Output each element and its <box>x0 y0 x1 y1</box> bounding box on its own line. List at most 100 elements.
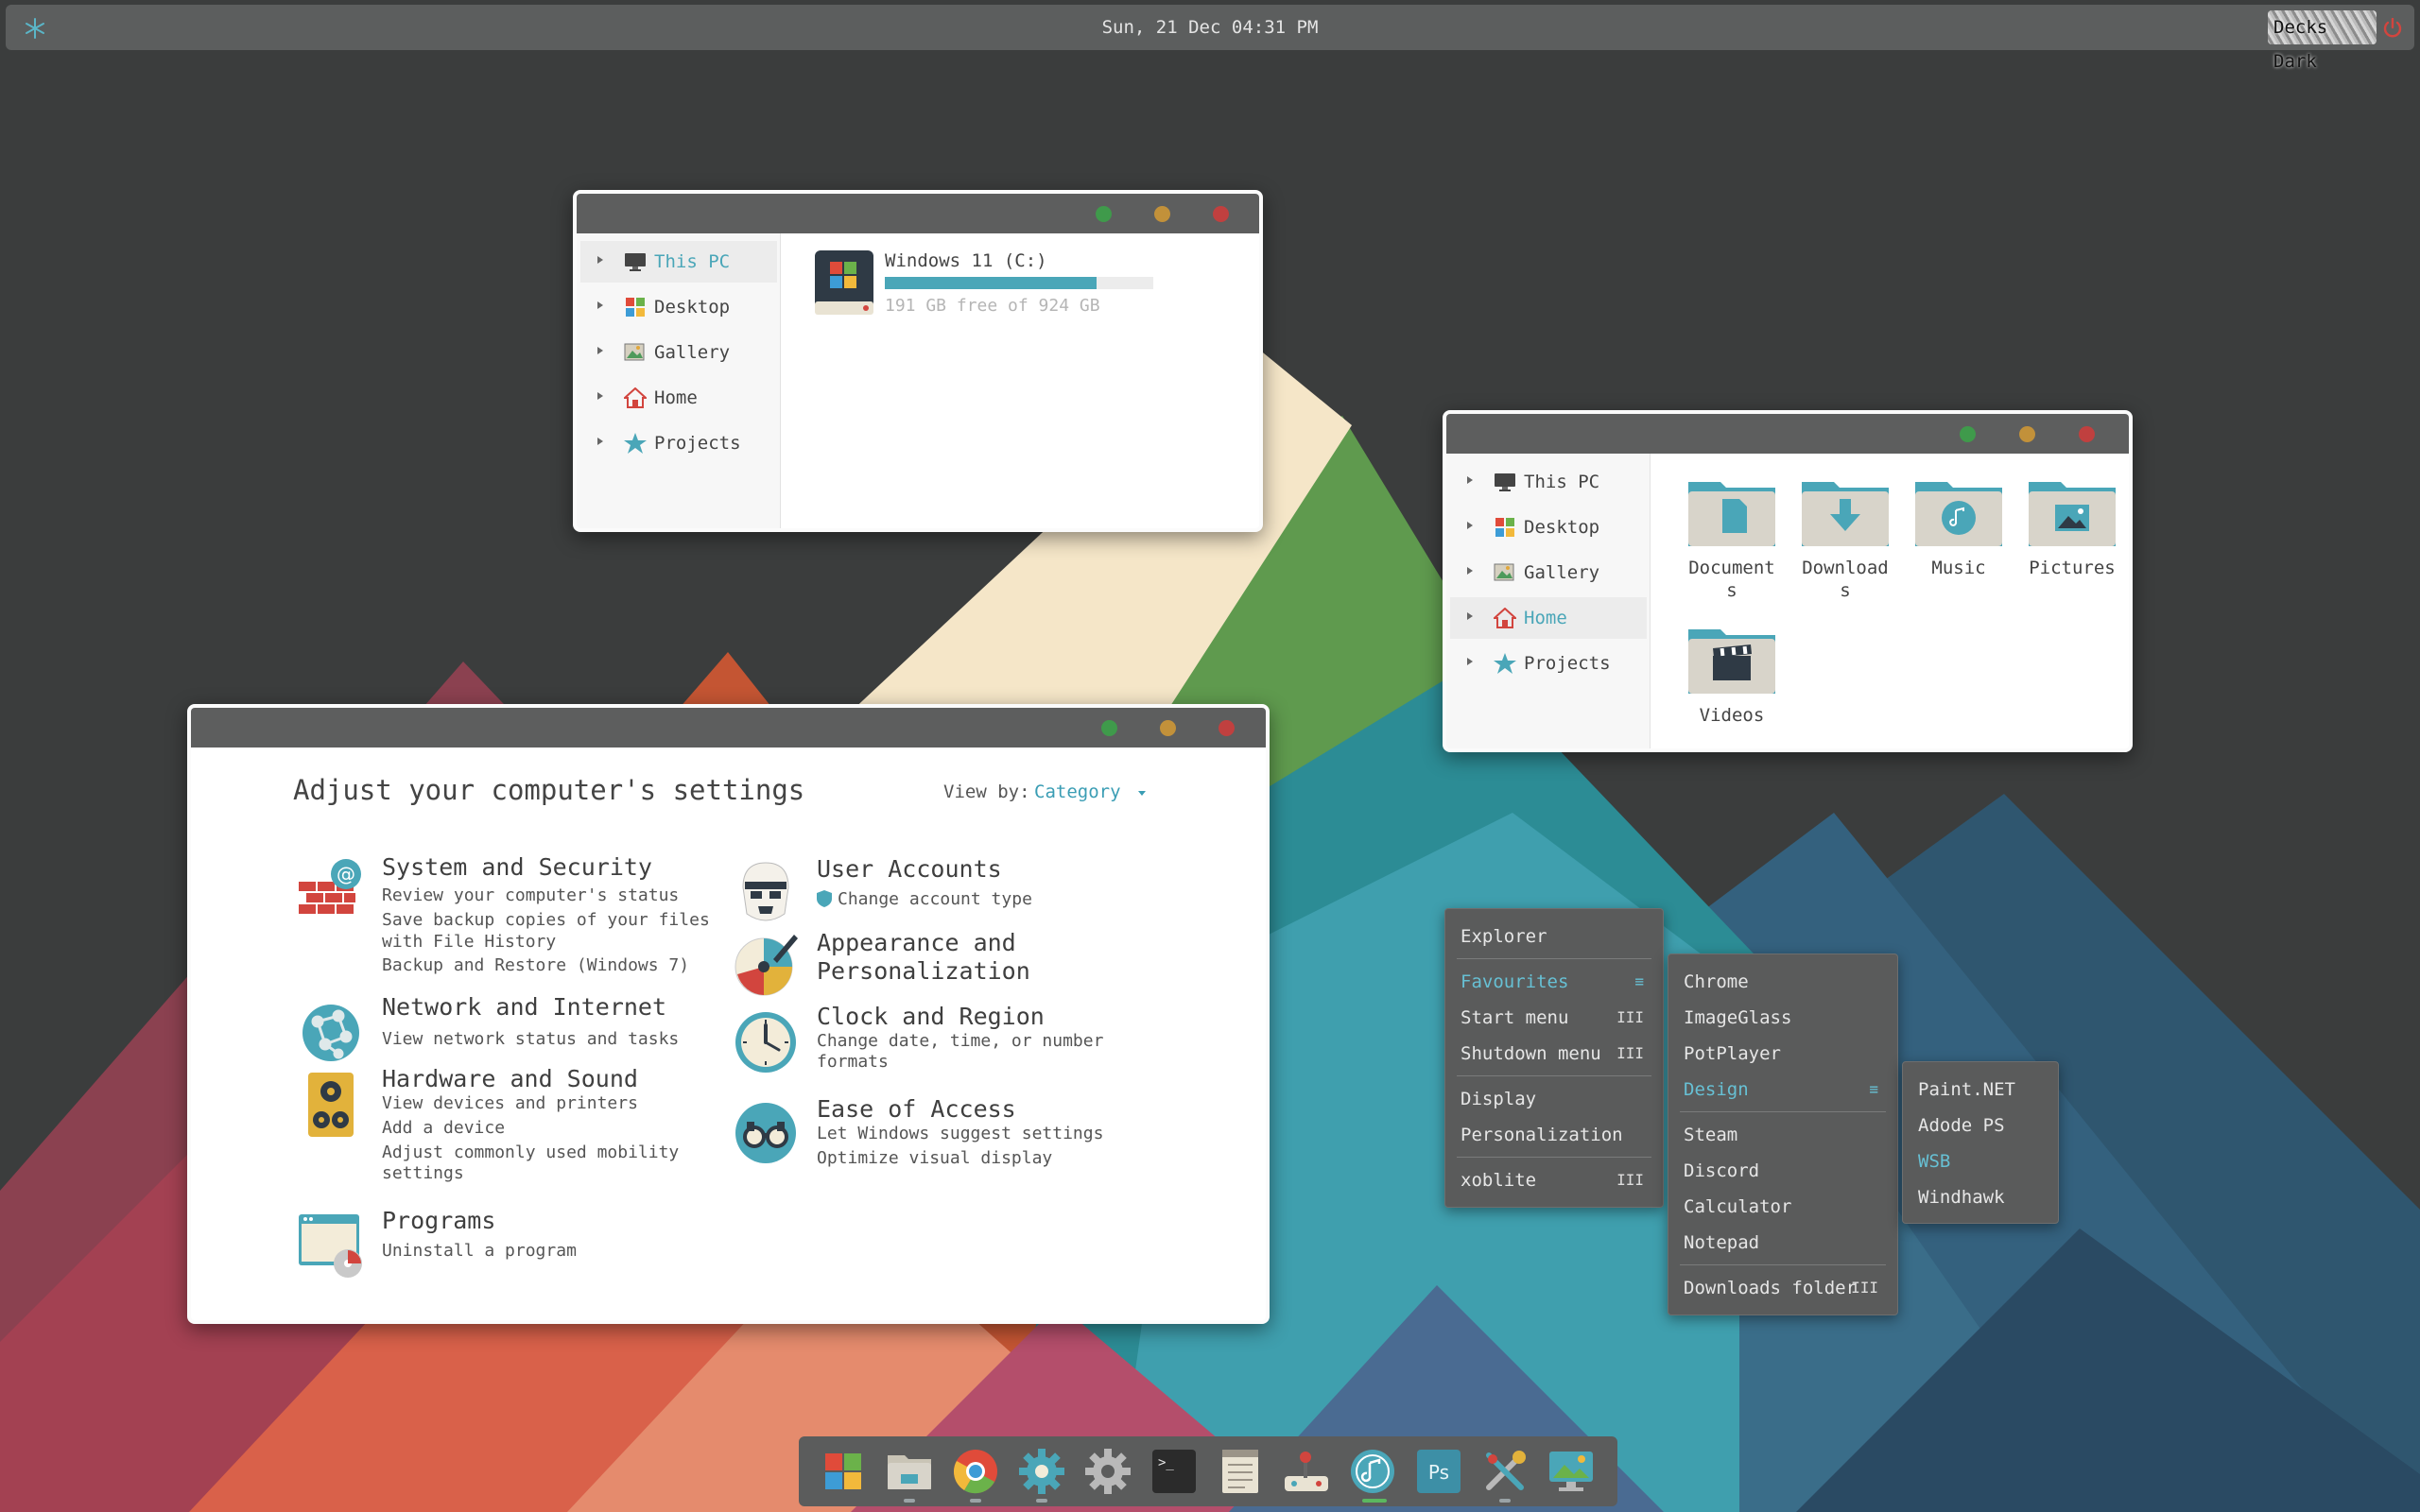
close-button[interactable] <box>2079 426 2095 442</box>
clock[interactable]: Sun, 21 Dec 04:31 PM <box>6 5 2414 50</box>
sidebar-item-projects[interactable]: Projects <box>1450 643 1647 684</box>
minimize-button[interactable] <box>2019 426 2035 442</box>
control-panel-gear-icon[interactable] <box>1082 1446 1133 1497</box>
image-viewer-icon[interactable] <box>1546 1446 1597 1497</box>
category-link[interactable]: Save backup copies of your files <box>382 910 710 931</box>
file-manager-icon[interactable] <box>884 1446 935 1497</box>
chrome-icon[interactable] <box>950 1446 1001 1497</box>
category-link[interactable]: Backup and Restore (Windows 7) <box>382 955 689 976</box>
sidebar-item-projects[interactable]: Projects <box>580 422 777 464</box>
folder-music[interactable]: Music <box>1902 476 2015 609</box>
menu-item-discord[interactable]: Discord <box>1684 1155 1886 1187</box>
view-by-dropdown[interactable]: Category <box>1034 782 1121 802</box>
category-title[interactable]: Appearance and <box>817 929 1016 957</box>
sidebar-item-this-pc[interactable]: This PC <box>1450 461 1647 503</box>
folder-videos[interactable]: Videos <box>1675 624 1789 737</box>
sidebar-item-desktop[interactable]: Desktop <box>1450 507 1647 548</box>
menu-item-favourites[interactable]: Favourites ≡ <box>1461 966 1651 998</box>
category-title[interactable]: Hardware and Sound <box>382 1065 638 1093</box>
start-icon[interactable] <box>818 1446 869 1497</box>
menu-item-potplayer[interactable]: PotPlayer <box>1684 1038 1886 1070</box>
settings-icon[interactable] <box>1016 1446 1067 1497</box>
menu-item-personalization[interactable]: Personalization <box>1461 1119 1651 1151</box>
menu-item-start-menu[interactable]: Start menu III <box>1461 1002 1651 1034</box>
expand-arrow-icon[interactable] <box>597 438 603 445</box>
folder-documents[interactable]: Document s <box>1675 476 1789 609</box>
menu-item-shutdown-menu[interactable]: Shutdown menu III <box>1461 1038 1651 1070</box>
expand-arrow-icon[interactable] <box>1467 522 1473 529</box>
category-title[interactable]: System and Security <box>382 853 652 882</box>
category-link[interactable]: Add a device <box>382 1118 505 1139</box>
drive-item-c[interactable]: Windows 11 (C:) 191 GB free of 924 GB <box>813 249 1172 318</box>
sidebar-item-home[interactable]: Home <box>1450 597 1647 639</box>
category-link[interactable]: Adjust commonly used mobility <box>382 1143 679 1163</box>
sidebar-item-gallery[interactable]: Gallery <box>580 332 777 373</box>
expand-arrow-icon[interactable] <box>1467 612 1473 620</box>
category-link[interactable]: Change account type <box>838 889 1032 910</box>
menu-item-design[interactable]: Design ≡ <box>1684 1074 1886 1106</box>
category-title[interactable]: Clock and Region <box>817 1003 1045 1031</box>
terminal-icon[interactable]: >_ <box>1149 1446 1200 1497</box>
expand-arrow-icon[interactable] <box>1467 658 1473 665</box>
notepad-icon[interactable] <box>1215 1446 1266 1497</box>
category-link[interactable]: Review your computer's status <box>382 885 679 906</box>
power-icon[interactable] <box>2382 18 2403 39</box>
menu-item-wsb[interactable]: WSB <box>1918 1145 2047 1177</box>
expand-arrow-icon[interactable] <box>597 392 603 400</box>
category-link[interactable]: Let Windows suggest settings <box>817 1124 1103 1144</box>
expand-arrow-icon[interactable] <box>597 256 603 264</box>
sidebar-item-desktop[interactable]: Desktop <box>580 286 777 328</box>
photoshop-icon[interactable]: Ps <box>1413 1446 1464 1497</box>
title-bar[interactable] <box>1446 414 2129 454</box>
minimize-button[interactable] <box>1160 720 1176 736</box>
category-title-line2[interactable]: Personalization <box>817 957 1030 986</box>
category-link[interactable]: settings <box>382 1163 464 1184</box>
category-link[interactable]: Optimize visual display <box>817 1148 1052 1169</box>
category-title[interactable]: Network and Internet <box>382 993 666 1022</box>
menu-item-paint-net[interactable]: Paint.NET <box>1918 1074 2047 1106</box>
maximize-button[interactable] <box>1960 426 1976 442</box>
category-link[interactable]: Change date, time, or number <box>817 1031 1103 1052</box>
expand-arrow-icon[interactable] <box>597 347 603 354</box>
title-bar[interactable] <box>191 708 1266 747</box>
maximize-button[interactable] <box>1101 720 1117 736</box>
category-title[interactable]: Ease of Access <box>817 1095 1016 1124</box>
menu-item-steam[interactable]: Steam <box>1684 1119 1886 1151</box>
title-bar[interactable] <box>577 194 1259 233</box>
folder-downloads[interactable]: Download s <box>1789 476 1902 609</box>
tools-icon[interactable] <box>1479 1446 1530 1497</box>
expand-arrow-icon[interactable] <box>1467 476 1473 484</box>
chevron-down-icon[interactable] <box>1138 791 1146 796</box>
sidebar-item-gallery[interactable]: Gallery <box>1450 552 1647 593</box>
minimize-button[interactable] <box>1154 206 1170 222</box>
music-player-icon[interactable] <box>1347 1446 1398 1497</box>
close-button[interactable] <box>1213 206 1229 222</box>
category-title[interactable]: Programs <box>382 1207 495 1235</box>
sidebar-item-home[interactable]: Home <box>580 377 777 419</box>
menu-item-notepad[interactable]: Notepad <box>1684 1227 1886 1259</box>
menu-item-adobe-ps[interactable]: Adode PS <box>1918 1109 2047 1142</box>
category-link[interactable]: formats <box>817 1052 889 1073</box>
category-link[interactable]: View devices and printers <box>382 1093 638 1114</box>
category-link[interactable]: Uninstall a program <box>382 1241 577 1262</box>
expand-arrow-icon[interactable] <box>1467 567 1473 575</box>
maximize-button[interactable] <box>1096 206 1112 222</box>
theme-label[interactable]: Decks Dark <box>2268 10 2377 72</box>
category-title[interactable]: User Accounts <box>817 855 1002 884</box>
category-link[interactable]: View network status and tasks <box>382 1029 679 1050</box>
menu-item-display[interactable]: Display <box>1461 1083 1651 1115</box>
sidebar-item-this-pc[interactable]: This PC <box>580 241 777 283</box>
menu-item-windhawk[interactable]: Windhawk <box>1918 1181 2047 1213</box>
game-controller-icon[interactable] <box>1281 1446 1332 1497</box>
menu-item-downloads-folder[interactable]: Downloads folder III <box>1684 1272 1886 1304</box>
close-button[interactable] <box>1219 720 1235 736</box>
menu-item-xoblite[interactable]: xoblite III <box>1461 1164 1651 1196</box>
expand-arrow-icon[interactable] <box>597 301 603 309</box>
folder-pictures[interactable]: Pictures <box>2015 476 2129 609</box>
menu-item-explorer[interactable]: Explorer <box>1461 920 1651 953</box>
menu-item-calculator[interactable]: Calculator <box>1684 1191 1886 1223</box>
category-link[interactable]: with File History <box>382 932 556 953</box>
folder-label-wrap: s <box>1840 580 1851 601</box>
menu-item-imageglass[interactable]: ImageGlass <box>1684 1002 1886 1034</box>
menu-item-chrome[interactable]: Chrome <box>1684 966 1886 998</box>
